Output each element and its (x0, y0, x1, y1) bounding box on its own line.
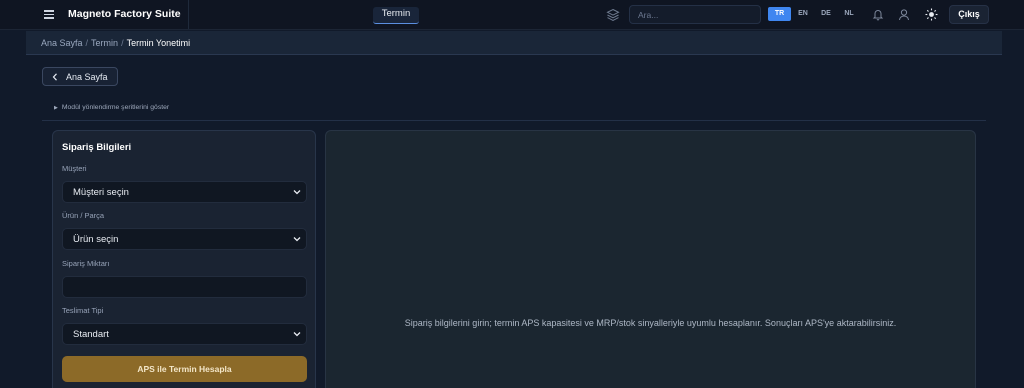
lang-nl[interactable]: NL (838, 7, 860, 21)
lang-en[interactable]: EN (792, 7, 814, 21)
module-toggle-label: Modül yönlendirme şeritlerini göster (61, 104, 170, 111)
layers-icon[interactable] (606, 8, 620, 22)
product-label: Ürün / Parça (62, 211, 105, 220)
delivery-type-select[interactable]: Standart (62, 323, 307, 345)
top-bar: Magneto Factory Suite Termin TR EN DE NL (0, 0, 1024, 30)
delivery-type-value: Standart (73, 329, 109, 340)
product-select[interactable]: Ürün seçin (62, 228, 307, 250)
customer-select-value: Müşteri seçin (73, 187, 129, 198)
chevron-down-icon (293, 237, 301, 242)
brand-divider (188, 0, 189, 29)
divider (42, 120, 986, 121)
tab-termin[interactable]: Termin (373, 7, 419, 24)
empty-state-message: Sipariş bilgilerini girin; termin APS ka… (404, 318, 897, 328)
result-panel: Sipariş bilgilerini girin; termin APS ka… (325, 130, 976, 388)
quantity-label: Sipariş Miktarı (62, 259, 110, 268)
breadcrumb-home[interactable]: Ana Sayfa (41, 38, 83, 48)
quantity-input[interactable] (62, 276, 307, 298)
breadcrumb-separator: / (121, 38, 124, 48)
customer-select[interactable]: Müşteri seçin (62, 181, 307, 203)
logout-button[interactable]: Çıkış (949, 5, 989, 24)
back-button-label: Ana Sayfa (66, 72, 108, 82)
module-strips-toggle[interactable]: ▶ Modül yönlendirme şeritlerini göster (54, 104, 169, 111)
sun-icon[interactable] (925, 8, 938, 21)
user-icon[interactable] (898, 8, 910, 21)
lang-tr[interactable]: TR (768, 7, 791, 21)
calculate-termin-button[interactable]: APS ile Termin Hesapla (62, 356, 307, 382)
back-home-button[interactable]: Ana Sayfa (42, 67, 118, 86)
breadcrumb-termin[interactable]: Termin (91, 38, 118, 48)
chevron-left-icon (52, 73, 57, 81)
card-title: Sipariş Bilgileri (62, 142, 132, 153)
order-info-card: Sipariş Bilgileri Müşteri Müşteri seçin … (52, 130, 316, 388)
triangle-right-icon: ▶ (54, 105, 58, 111)
breadcrumb-current: Termin Yonetimi (126, 38, 191, 48)
breadcrumb: Ana Sayfa / Termin / Termin Yonetimi (41, 38, 190, 48)
chevron-down-icon (293, 332, 301, 337)
lang-de[interactable]: DE (815, 7, 837, 21)
brand-title: Magneto Factory Suite (68, 8, 181, 20)
breadcrumb-bar: Ana Sayfa / Termin / Termin Yonetimi (26, 31, 1002, 55)
bell-icon[interactable] (872, 8, 884, 21)
menu-icon[interactable] (44, 10, 54, 19)
search-input[interactable] (629, 5, 761, 24)
chevron-down-icon (293, 190, 301, 195)
product-select-value: Ürün seçin (73, 234, 119, 245)
customer-label: Müşteri (62, 164, 87, 173)
delivery-type-label: Teslimat Tipi (62, 306, 104, 315)
breadcrumb-separator: / (85, 38, 89, 48)
